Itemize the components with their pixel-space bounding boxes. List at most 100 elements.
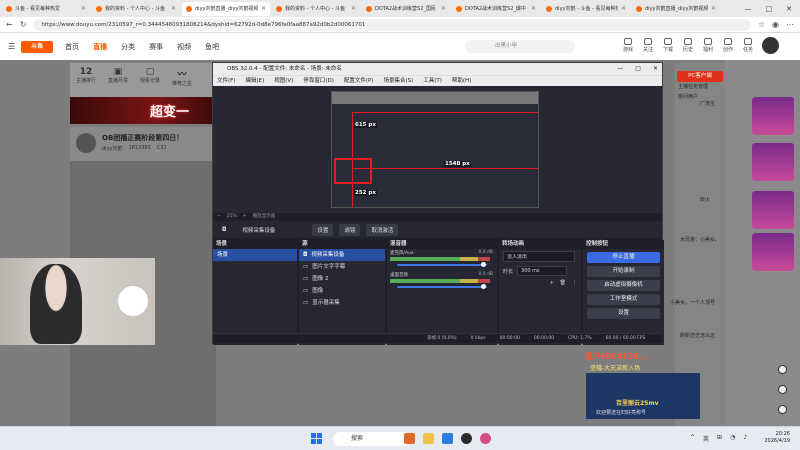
volume-slider[interactable] — [397, 264, 487, 266]
virtual-camera-button[interactable]: 启动虚拟摄像机 — [587, 280, 660, 291]
taskbar-app-icon[interactable] — [404, 433, 415, 444]
transition-select[interactable]: 淡入淡出 — [503, 251, 575, 262]
header-icon-game[interactable]: 游戏 — [622, 38, 634, 53]
nav-category[interactable]: 分类 — [121, 42, 135, 52]
menu-view[interactable]: 视图(V) — [274, 76, 293, 86]
volume-icon[interactable]: ♪ — [743, 434, 747, 443]
rail-icon[interactable] — [778, 365, 787, 374]
system-clock[interactable]: 20:26 2026/4/19 — [754, 431, 790, 445]
deactivate-button[interactable]: 取消激活 — [366, 223, 399, 236]
edge-icon[interactable] — [442, 433, 453, 444]
nav-fishbar[interactable]: 鱼吧 — [205, 42, 219, 52]
tab-2-active[interactable]: diyy刘鹤直播_diyy刘鹤视频 ✕ — [182, 1, 270, 16]
stop-streaming-button[interactable]: 停止直播 — [587, 252, 660, 263]
settings-button[interactable]: 设置 — [587, 308, 660, 319]
folder-icon[interactable] — [423, 433, 434, 444]
header-icon-download[interactable]: 下载 — [662, 38, 674, 53]
add-icon[interactable]: + — [549, 280, 553, 286]
minimize-icon[interactable]: — — [617, 63, 623, 75]
tab-5[interactable]: DOTA2战术训练营S2_爆中 ✕ — [452, 2, 540, 16]
menu-help[interactable]: 帮助(H) — [452, 76, 471, 86]
properties-button[interactable]: 设置 — [312, 223, 334, 236]
tab-1[interactable]: 我的资料 - 个人中心 - 斗鱼 ✕ — [92, 2, 180, 16]
back-icon[interactable]: ← — [6, 20, 13, 29]
close-icon[interactable]: ✕ — [441, 5, 446, 12]
more-icon[interactable]: ⋮ — [572, 280, 577, 286]
volume-knob[interactable] — [481, 262, 486, 267]
source-item[interactable]: ▭ 图片文字字幕 — [299, 261, 385, 273]
source-item[interactable]: ▭ 图像 — [299, 285, 385, 297]
maximize-icon[interactable]: □ — [766, 5, 773, 13]
minimize-icon[interactable]: — — [745, 5, 752, 13]
menu-edit[interactable]: 编辑(E) — [245, 76, 264, 86]
more-icon[interactable]: ⋯ — [786, 20, 794, 29]
profile-icon[interactable]: ◉ — [772, 20, 779, 29]
start-recording-button[interactable]: 开始录制 — [587, 266, 660, 277]
volume-slider[interactable] — [397, 286, 487, 288]
header-icon-follow[interactable]: 关注 — [642, 38, 654, 53]
stat-rank[interactable]: 12 主播排行 — [76, 67, 96, 93]
taskbar-app-icon[interactable] — [480, 433, 491, 444]
stat-history[interactable]: ▢ 观看记录 — [140, 67, 160, 93]
volume-knob[interactable] — [481, 284, 486, 289]
stat-star[interactable]: 〰推荐之星 — [172, 67, 192, 93]
stat-ticket[interactable]: ▣ 直播月票 — [108, 67, 128, 93]
close-window-icon[interactable]: ✕ — [653, 63, 658, 75]
tab-0[interactable]: 斗鱼 - 看见每种热爱 ✕ — [2, 2, 90, 16]
ime-indicator[interactable]: 英 — [703, 434, 709, 443]
zoom-minus[interactable]: − — [217, 213, 221, 221]
webcam-source-box[interactable] — [334, 158, 372, 184]
streamer-avatar[interactable] — [76, 133, 96, 153]
activity-card[interactable] — [752, 191, 794, 229]
refresh-icon[interactable]: ↻ — [20, 20, 27, 29]
obs-preview-canvas[interactable]: 615 px 1548 px 252 px — [331, 91, 539, 208]
nav-live[interactable]: 直播 — [93, 42, 107, 52]
close-icon[interactable]: ✕ — [351, 5, 356, 12]
close-icon[interactable]: ✕ — [531, 5, 536, 12]
obs-icon[interactable] — [461, 433, 472, 444]
windows-start-icon[interactable] — [311, 433, 322, 444]
grid-icon[interactable]: ⊞ — [717, 434, 722, 443]
tab-3[interactable]: 我的资料 - 个人中心 - 斗鱼 ✕ — [272, 2, 360, 16]
nav-events[interactable]: 赛事 — [149, 42, 163, 52]
menu-profile[interactable]: 配置文件(P) — [344, 76, 374, 86]
tab-4[interactable]: DOTA2战术训练营S2_国民 ✕ — [362, 2, 450, 16]
scene-item[interactable]: 场景 — [213, 249, 297, 261]
site-search-input[interactable]: 出黑小甲 — [465, 40, 575, 53]
header-icon-create[interactable]: 创作 — [722, 38, 734, 53]
close-icon[interactable]: ✕ — [171, 5, 176, 12]
network-icon[interactable]: ◔ — [730, 434, 735, 443]
taskbar-search[interactable]: 搜索 — [333, 432, 411, 446]
activity-card[interactable] — [752, 233, 794, 271]
settings-icon[interactable] — [778, 385, 787, 394]
tab-6[interactable]: diyy刘鹤 - 斗鱼 - 看见每种热 ✕ — [542, 2, 630, 16]
close-icon[interactable]: ✕ — [711, 5, 716, 12]
url-input[interactable]: https://www.douyu.com/2310597_r=0.344454… — [33, 18, 751, 31]
close-window-icon[interactable]: ✕ — [786, 5, 792, 13]
close-icon[interactable]: ✕ — [621, 5, 626, 12]
chevron-up-icon[interactable]: ^ — [690, 434, 695, 443]
source-item[interactable]: ◘ 视频采集设备 — [299, 249, 385, 261]
close-icon[interactable]: ✕ — [261, 5, 266, 12]
menu-docks[interactable]: 停靠窗口(D) — [303, 76, 334, 86]
user-avatar[interactable] — [762, 37, 779, 54]
douyu-logo[interactable]: 斗鱼 — [21, 40, 54, 53]
tab-7[interactable]: diyy刘鹤直播_diyy刘鹤视频 ✕ — [632, 2, 720, 16]
menu-tools[interactable]: 工具(T) — [423, 76, 442, 86]
trash-icon[interactable]: 🗑 — [560, 280, 566, 286]
zoom-hint[interactable]: 播放显示器 — [253, 213, 276, 221]
menu-file[interactable]: 文件(F) — [217, 76, 235, 86]
star-icon[interactable]: ☆ — [758, 20, 765, 29]
nav-video[interactable]: 视频 — [177, 42, 191, 52]
activity-card[interactable] — [752, 143, 794, 181]
duration-input[interactable]: 300 ms — [517, 266, 568, 276]
event-banner[interactable]: 超变一 — [70, 97, 216, 124]
filters-button[interactable]: 滤镜 — [339, 223, 361, 236]
close-icon[interactable]: ✕ — [81, 5, 86, 12]
header-icon-welfare[interactable]: 福利 — [702, 38, 714, 53]
zoom-plus[interactable]: + — [243, 213, 247, 221]
hamburger-icon[interactable]: ☰ — [8, 42, 15, 51]
activity-card[interactable] — [752, 97, 794, 135]
menu-scene-collection[interactable]: 场景集合(S) — [383, 76, 413, 86]
selected-source-box[interactable] — [352, 112, 538, 207]
